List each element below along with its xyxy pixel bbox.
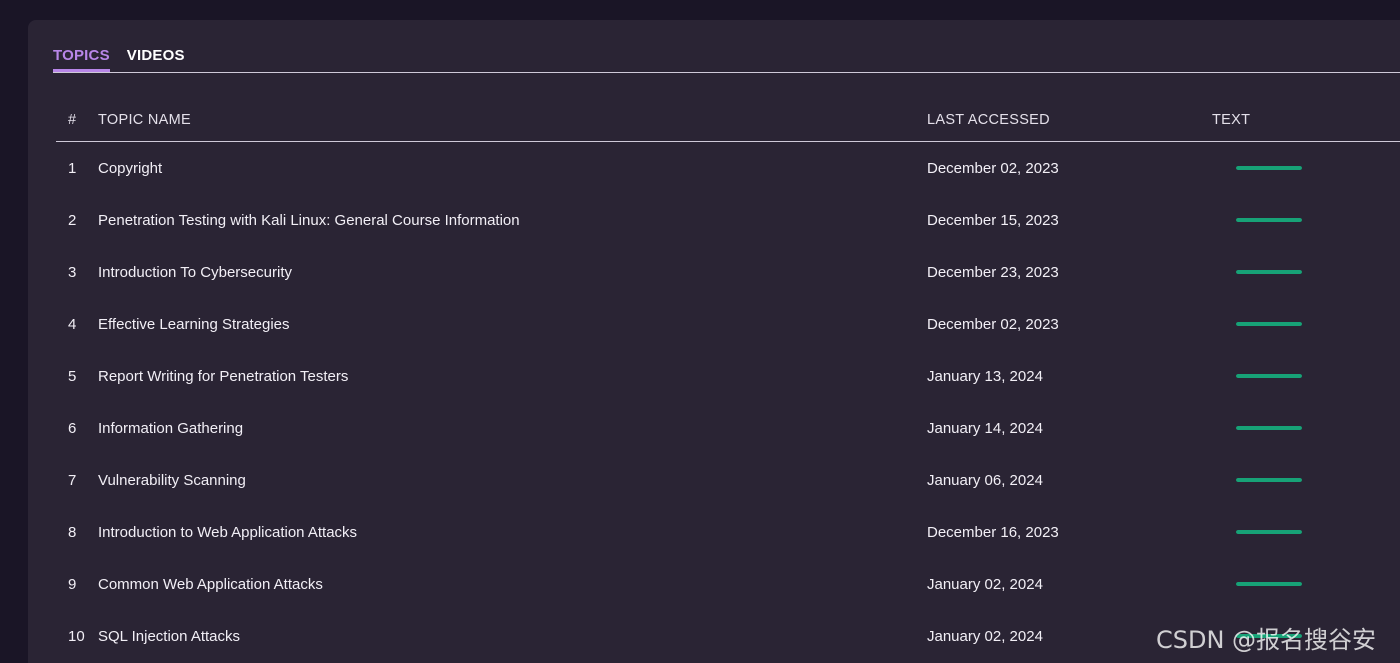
text-progress-bar xyxy=(1236,374,1302,378)
header-topic-name[interactable]: TOPIC NAME xyxy=(98,112,191,128)
header-text[interactable]: TEXT xyxy=(1212,112,1250,128)
text-progress-bar xyxy=(1236,166,1302,170)
table-row[interactable]: 6 Information Gathering January 14, 2024 xyxy=(56,402,1400,454)
last-accessed-date: January 14, 2024 xyxy=(927,420,1043,437)
text-progress-fill xyxy=(1236,530,1302,534)
last-accessed-date: December 02, 2023 xyxy=(927,316,1059,333)
last-accessed-date: January 02, 2024 xyxy=(927,628,1043,645)
tab-bar: TOPICS VIDEOS xyxy=(53,47,185,72)
watermark: CSDN @报名搜谷安 xyxy=(1156,626,1377,654)
row-number: 2 xyxy=(68,212,77,229)
text-progress-fill xyxy=(1236,166,1302,170)
topic-name-link[interactable]: Vulnerability Scanning xyxy=(98,472,246,489)
last-accessed-date: December 02, 2023 xyxy=(927,160,1059,177)
text-progress-fill xyxy=(1236,322,1302,326)
table-row[interactable]: 1 Copyright December 02, 2023 xyxy=(56,142,1400,194)
topic-name-link[interactable]: Information Gathering xyxy=(98,420,243,437)
row-number: 6 xyxy=(68,420,77,437)
text-progress-fill xyxy=(1236,582,1302,586)
topics-table: # TOPIC NAME LAST ACCESSED TEXT 1 Copyrig… xyxy=(56,100,1400,662)
last-accessed-date: December 16, 2023 xyxy=(927,524,1059,541)
topic-name-link[interactable]: Report Writing for Penetration Testers xyxy=(98,368,348,385)
row-number: 9 xyxy=(68,576,77,593)
tab-topics[interactable]: TOPICS xyxy=(53,47,110,72)
text-progress-fill xyxy=(1236,218,1302,222)
row-number: 1 xyxy=(68,160,77,177)
row-number: 4 xyxy=(68,316,77,333)
header-number: # xyxy=(68,112,77,128)
table-row[interactable]: 7 Vulnerability Scanning January 06, 2024 xyxy=(56,454,1400,506)
text-progress-bar xyxy=(1236,218,1302,222)
last-accessed-date: December 23, 2023 xyxy=(927,264,1059,281)
topics-panel: TOPICS VIDEOS # TOPIC NAME LAST ACCESSED… xyxy=(28,20,1400,663)
table-body: 1 Copyright December 02, 2023 2 Penetration … xyxy=(56,142,1400,662)
table-row[interactable]: 5 Report Writing for Penetration Testers J… xyxy=(56,350,1400,402)
text-progress-bar xyxy=(1236,530,1302,534)
text-progress-fill xyxy=(1236,270,1302,274)
row-number: 10 xyxy=(68,628,85,645)
table-header: # TOPIC NAME LAST ACCESSED TEXT xyxy=(56,100,1400,142)
row-number: 7 xyxy=(68,472,77,489)
topic-name-link[interactable]: SQL Injection Attacks xyxy=(98,628,240,645)
table-row[interactable]: 2 Penetration Testing with Kali Linux: Ge… xyxy=(56,194,1400,246)
text-progress-bar xyxy=(1236,270,1302,274)
topic-name-link[interactable]: Penetration Testing with Kali Linux: Gen… xyxy=(98,212,520,229)
tab-videos[interactable]: VIDEOS xyxy=(127,47,185,72)
row-number: 8 xyxy=(68,524,77,541)
topic-name-link[interactable]: Copyright xyxy=(98,160,162,177)
text-progress-bar xyxy=(1236,478,1302,482)
topic-name-link[interactable]: Common Web Application Attacks xyxy=(98,576,323,593)
text-progress-fill xyxy=(1236,374,1302,378)
row-number: 3 xyxy=(68,264,77,281)
header-last-accessed[interactable]: LAST ACCESSED xyxy=(927,112,1050,128)
tab-divider xyxy=(53,72,1400,73)
last-accessed-date: January 06, 2024 xyxy=(927,472,1043,489)
table-row[interactable]: 4 Effective Learning Strategies December 0… xyxy=(56,298,1400,350)
text-progress-bar xyxy=(1236,322,1302,326)
last-accessed-date: January 02, 2024 xyxy=(927,576,1043,593)
row-number: 5 xyxy=(68,368,77,385)
last-accessed-date: December 15, 2023 xyxy=(927,212,1059,229)
table-row[interactable]: 3 Introduction To Cybersecurity December 2… xyxy=(56,246,1400,298)
last-accessed-date: January 13, 2024 xyxy=(927,368,1043,385)
topic-name-link[interactable]: Introduction to Web Application Attacks xyxy=(98,524,357,541)
text-progress-bar xyxy=(1236,582,1302,586)
text-progress-fill xyxy=(1236,426,1302,430)
text-progress-fill xyxy=(1236,478,1302,482)
text-progress-bar xyxy=(1236,426,1302,430)
table-row[interactable]: 8 Introduction to Web Application Attacks… xyxy=(56,506,1400,558)
table-row[interactable]: 9 Common Web Application Attacks January 0… xyxy=(56,558,1400,610)
topic-name-link[interactable]: Introduction To Cybersecurity xyxy=(98,264,292,281)
topic-name-link[interactable]: Effective Learning Strategies xyxy=(98,316,290,333)
